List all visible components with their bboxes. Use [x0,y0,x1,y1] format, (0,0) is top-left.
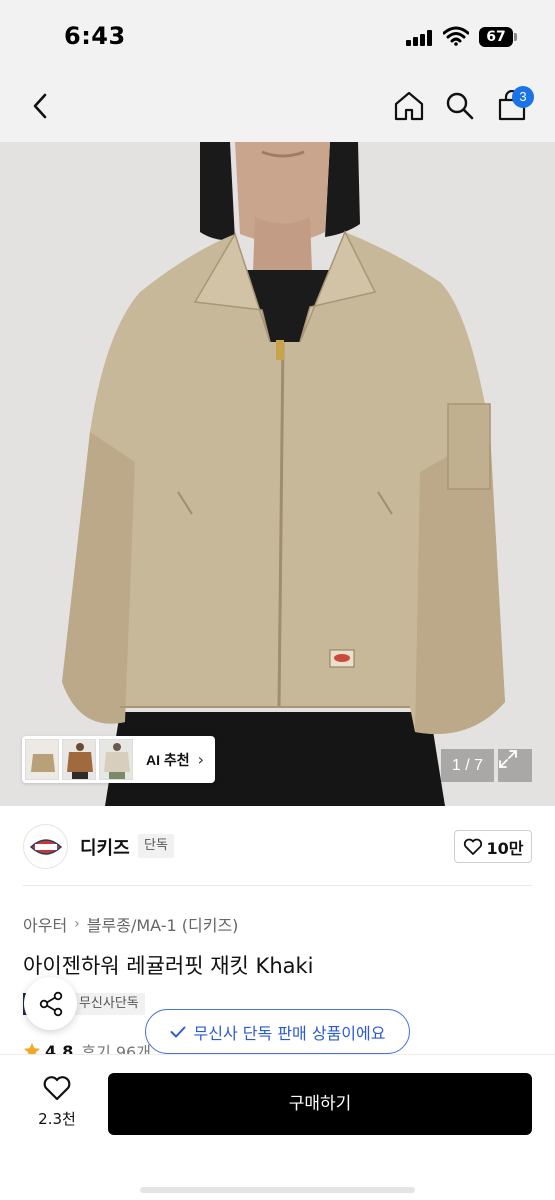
brand-name[interactable]: 디키즈 [80,834,130,860]
expand-button[interactable] [498,749,532,782]
bottom-action-bar: 2.3천 구매하기 [0,1054,555,1200]
heart-outline-icon [43,1076,71,1101]
expand-icon [499,750,517,768]
cart-count-badge: 3 [512,86,534,108]
chevron-left-icon [33,93,47,119]
wifi-icon [442,26,470,46]
brand-like-count: 10만 [486,838,524,858]
status-bar: 6:43 67 [0,0,555,70]
wishlist-button[interactable]: 2.3천 [24,1075,90,1135]
share-button[interactable] [24,977,77,1030]
battery-icon: 67 [479,27,517,47]
home-indicator [140,1187,415,1193]
ai-recommend-label: AI 추천 [146,751,190,768]
heart-outline-icon [463,838,482,855]
exclusive-notice-toast: 무신사 단독 판매 상품이에요 [145,1009,410,1054]
home-icon [394,91,424,121]
divider [23,885,532,886]
brand-logo[interactable] [23,824,68,869]
search-button[interactable] [438,84,482,128]
share-icon [39,991,62,1016]
thumbnail-3[interactable] [99,739,133,780]
status-time: 6:43 [64,22,126,50]
cart-button[interactable]: 3 [490,84,534,128]
breadcrumb-category[interactable]: 아우터 [23,912,67,936]
wishlist-count: 2.3천 [38,1110,76,1128]
home-button[interactable] [387,84,431,128]
ai-recommend-panel[interactable]: AI 추천 › [22,736,215,783]
check-icon [170,1026,186,1037]
brand-row: 디키즈 단독 10만 [0,806,555,886]
buy-button[interactable]: 구매하기 [108,1073,532,1135]
chevron-right-icon: › [74,916,80,932]
breadcrumb: 아우터 › 블루종/MA-1 (디키즈) [23,912,238,936]
exclusive-notice-text: 무신사 단독 판매 상품이에요 [193,1023,386,1043]
thumbnail-2[interactable] [62,739,96,780]
image-page-counter: 1 / 7 [441,749,494,782]
brand-exclusive-tag: 단독 [138,834,174,858]
back-button[interactable] [18,84,62,128]
thumbnail-1[interactable] [25,739,59,780]
nav-bar: 3 [0,70,555,142]
product-title: 아이젠하워 레귤러핏 재킷 Khaki [23,954,314,978]
brand-like-button[interactable]: 10만 [454,830,532,863]
signal-icon [406,30,434,46]
chevron-right-icon: › [197,750,205,769]
product-image-gallery[interactable]: AI 추천 › 1 / 7 [0,142,555,806]
product-photo [0,142,555,806]
dickies-logo-icon [29,838,62,855]
battery-level: 67 [479,27,513,47]
product-tag-exclusive: 무신사단독 [72,993,145,1015]
breadcrumb-subcategory[interactable]: 블루종/MA-1 (디키즈) [87,912,239,936]
search-icon [446,92,474,120]
